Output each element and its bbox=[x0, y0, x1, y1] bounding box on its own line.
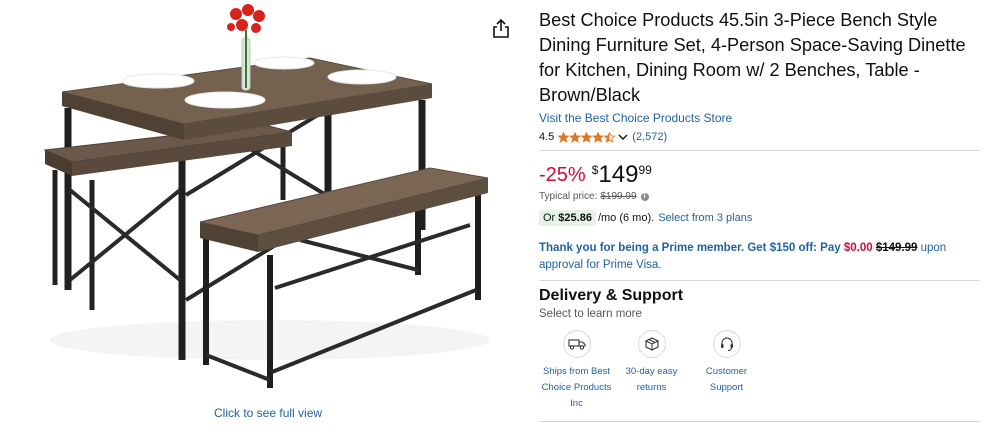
headset-icon bbox=[712, 330, 741, 358]
info-icon[interactable]: i bbox=[640, 192, 649, 201]
price-whole: 149 bbox=[598, 161, 639, 188]
share-button[interactable] bbox=[490, 18, 512, 40]
rating-count-link[interactable]: (2,572) bbox=[632, 131, 667, 143]
rating-stars[interactable] bbox=[558, 131, 628, 143]
returns-label: 30-day easy returns bbox=[625, 366, 678, 393]
returns-box-icon bbox=[637, 330, 666, 358]
prime-visa-offer[interactable]: Thank you for being a Prime member. Get … bbox=[539, 240, 980, 274]
product-title: Best Choice Products 45.5in 3-Piece Benc… bbox=[539, 10, 966, 105]
rating-value: 4.5 bbox=[539, 131, 555, 143]
typical-price-value: $199.99 bbox=[600, 191, 637, 202]
dining-set-image bbox=[43, 4, 490, 388]
monthly-badge: Or $25.86 bbox=[539, 210, 596, 226]
monthly-amount: $25.86 bbox=[558, 212, 592, 224]
divider bbox=[539, 421, 980, 422]
customer-support-label: Customer Support bbox=[705, 366, 748, 393]
prime-pay-amount: $0.00 bbox=[843, 242, 873, 254]
rating-row: 4.5 (2,572) bbox=[539, 129, 980, 145]
select-plans-link[interactable]: Select from 3 plans bbox=[658, 212, 752, 224]
prime-offer-prefix: Thank you for being a Prime member. Get … bbox=[539, 242, 841, 254]
see-full-view-link[interactable]: Click to see full view bbox=[214, 406, 322, 420]
store-link[interactable]: Visit the Best Choice Products Store bbox=[539, 110, 980, 126]
truck-icon bbox=[562, 330, 591, 358]
share-icon bbox=[493, 18, 509, 38]
returns-item[interactable]: 30-day easy returns bbox=[614, 330, 689, 412]
product-info: Best Choice Products 45.5in 3-Piece Benc… bbox=[539, 8, 980, 412]
discount-percent: -25% bbox=[539, 164, 586, 186]
monthly-or-label: Or bbox=[543, 212, 556, 224]
price-row: -25% $ 149 99 bbox=[539, 163, 980, 189]
price-currency: $ bbox=[591, 163, 599, 177]
typical-price-label: Typical price: bbox=[539, 191, 598, 202]
divider bbox=[539, 280, 980, 281]
monthly-payment: Or $25.86 /mo (6 mo). Select from 3 plan… bbox=[539, 210, 980, 226]
product-image[interactable] bbox=[0, 0, 525, 427]
star-rating-icon bbox=[558, 131, 616, 143]
customer-support-item[interactable]: Customer Support bbox=[689, 330, 764, 412]
chevron-down-icon bbox=[618, 134, 628, 140]
monthly-term: /mo (6 mo). bbox=[597, 212, 655, 224]
delivery-support-title: Delivery & Support bbox=[539, 287, 684, 304]
delivery-support-subtitle: Select to learn more bbox=[539, 308, 642, 320]
support-items: Ships from Best Choice Products Inc 30-d… bbox=[539, 330, 980, 412]
divider bbox=[539, 150, 980, 151]
ships-from-label: Ships from Best Choice Products Inc bbox=[541, 366, 612, 409]
prime-strike-amount: $149.99 bbox=[875, 242, 918, 254]
price-fraction: 99 bbox=[638, 163, 652, 177]
typical-price: Typical price: $199.99 i bbox=[539, 191, 980, 202]
ships-from-item[interactable]: Ships from Best Choice Products Inc bbox=[539, 330, 614, 412]
